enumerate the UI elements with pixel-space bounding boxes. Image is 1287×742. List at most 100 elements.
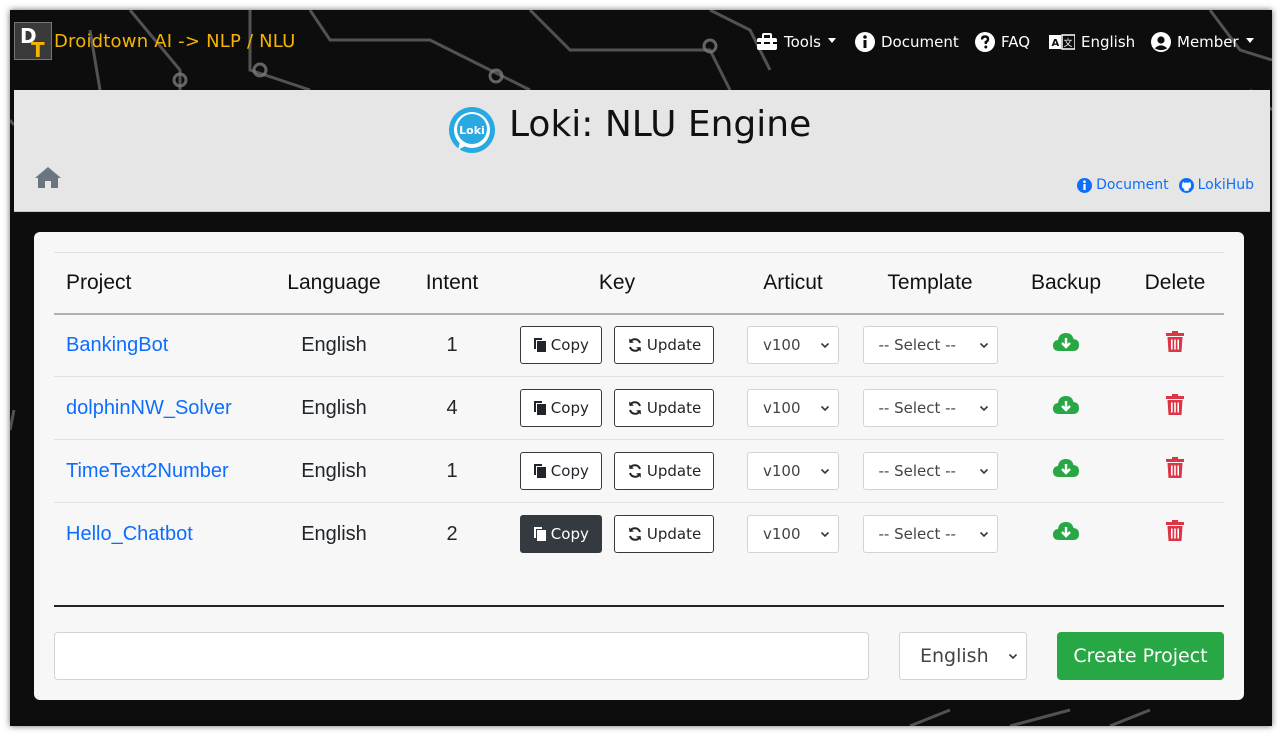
column-header-articut: Articut (732, 252, 854, 315)
droidtown-logo[interactable]: D T (14, 22, 52, 62)
template-select[interactable]: -- Select -- (862, 326, 998, 365)
template-select[interactable]: -- Select -- (862, 515, 998, 554)
backup-cell (1006, 503, 1126, 566)
delete-cell (1126, 439, 1224, 503)
lokihub-link-label: LokiHub (1197, 177, 1254, 193)
delete-cell (1126, 503, 1224, 566)
delete-button[interactable] (1166, 394, 1184, 421)
question-circle-icon (975, 32, 995, 52)
nav-faq[interactable]: FAQ (975, 29, 1030, 55)
copy-icon (533, 464, 546, 478)
template-select[interactable]: -- Select -- (862, 389, 998, 427)
project-intent-count: 1 (402, 313, 502, 377)
backup-button[interactable] (1052, 333, 1080, 358)
template-select-value: -- Select -- (878, 525, 956, 544)
articut-version-select[interactable]: v100 (747, 389, 839, 427)
backup-button[interactable] (1052, 459, 1080, 484)
nav-tools[interactable]: Tools (756, 29, 836, 55)
update-key-label: Update (646, 336, 702, 355)
cloud-download-icon (1053, 459, 1079, 477)
trash-icon (1166, 520, 1184, 542)
update-key-label: Update (646, 462, 702, 480)
project-language: English (266, 439, 402, 503)
nav-document[interactable]: Document (855, 29, 959, 55)
sync-icon (628, 464, 641, 478)
delete-cell (1126, 313, 1224, 377)
header-links: Document LokiHub (1077, 177, 1254, 193)
cloud-download-icon (1053, 333, 1079, 352)
nav-member[interactable]: Member (1151, 29, 1254, 55)
home-icon[interactable] (34, 165, 62, 189)
cloud-download-icon (1053, 396, 1079, 414)
create-project-button[interactable]: Create Project (1057, 632, 1224, 680)
update-key-label: Update (646, 525, 702, 544)
nav-tools-label: Tools (784, 33, 821, 51)
projects-panel: Project Language Intent Key Articut Temp… (34, 232, 1244, 700)
copy-icon (533, 401, 546, 415)
chevron-down-icon (979, 405, 988, 412)
update-key-button[interactable]: Update (613, 389, 715, 427)
template-select[interactable]: -- Select -- (862, 452, 998, 490)
articut-version-select[interactable]: v100 (747, 326, 839, 365)
sync-icon (628, 338, 641, 353)
brand-title[interactable]: Droidtown AI -> NLP / NLU (54, 31, 296, 52)
toolbox-icon (757, 33, 777, 50)
key-cell: Copy Update (502, 376, 732, 440)
column-header-delete: Delete (1126, 252, 1224, 315)
backup-button[interactable] (1052, 396, 1080, 421)
lokihub-link[interactable]: LokiHub (1178, 177, 1254, 193)
language-icon: A 文 (1049, 34, 1075, 50)
user-circle-icon (1151, 32, 1171, 52)
info-circle-icon (1077, 177, 1093, 193)
update-key-button[interactable]: Update (613, 515, 715, 554)
chevron-down-icon (979, 532, 988, 538)
articut-version-value: v100 (763, 462, 801, 480)
loki-logo-text: Loki (459, 124, 485, 137)
articut-version-value: v100 (763, 525, 801, 544)
copy-key-button[interactable]: Copy (519, 389, 602, 427)
update-key-label: Update (646, 399, 702, 417)
chevron-down-icon (820, 468, 830, 475)
document-link[interactable]: Document (1077, 177, 1169, 193)
project-link[interactable]: BankingBot (54, 313, 266, 377)
projects-table: Project Language Intent Key Articut Temp… (54, 252, 1224, 566)
template-cell: -- Select -- (854, 376, 1006, 440)
copy-key-button[interactable]: Copy (519, 515, 602, 554)
delete-button[interactable] (1166, 331, 1184, 358)
new-project-language-select[interactable]: English (899, 632, 1027, 680)
delete-button[interactable] (1166, 520, 1184, 547)
nav-language[interactable]: A 文 English (1049, 29, 1135, 55)
template-select-value: -- Select -- (878, 336, 956, 355)
template-cell: -- Select -- (854, 439, 1006, 503)
key-cell: Copy Update (502, 313, 732, 377)
update-key-button[interactable]: Update (613, 326, 715, 365)
update-key-button[interactable]: Update (613, 452, 715, 490)
articut-version-select[interactable]: v100 (747, 452, 839, 490)
template-select-value: -- Select -- (878, 399, 956, 417)
articut-version-select[interactable]: v100 (747, 515, 839, 554)
project-intent-count: 2 (446, 522, 458, 545)
language-select-value: English (920, 645, 989, 667)
table-row: TimeText2Number English 1 Copy Update v100 -- … (54, 439, 1224, 503)
project-language: English (266, 376, 402, 440)
new-project-name-input[interactable] (54, 632, 869, 680)
project-link[interactable]: Hello_Chatbot (54, 503, 266, 566)
articut-version-value: v100 (763, 336, 801, 355)
project-intent-count: 4 (402, 376, 502, 440)
backup-button[interactable] (1052, 522, 1080, 547)
backup-cell (1006, 439, 1126, 503)
trash-icon (1166, 331, 1184, 353)
articut-version-value: v100 (763, 399, 801, 417)
articut-cell: v100 (732, 376, 854, 440)
project-intent-count: 1 (402, 439, 502, 503)
project-link[interactable]: TimeText2Number (54, 439, 266, 503)
copy-key-button[interactable]: Copy (519, 326, 602, 365)
backup-cell (1006, 313, 1126, 377)
table-row: BankingBot English 1 Copy Update v100 -- Selec… (54, 313, 1224, 377)
delete-button[interactable] (1166, 457, 1184, 484)
svg-text:T: T (31, 38, 45, 59)
copy-key-button[interactable]: Copy (519, 452, 602, 490)
project-link[interactable]: dolphinNW_Solver (54, 376, 266, 440)
nav-faq-label: FAQ (1001, 33, 1031, 51)
column-header-intent: Intent (402, 252, 502, 315)
